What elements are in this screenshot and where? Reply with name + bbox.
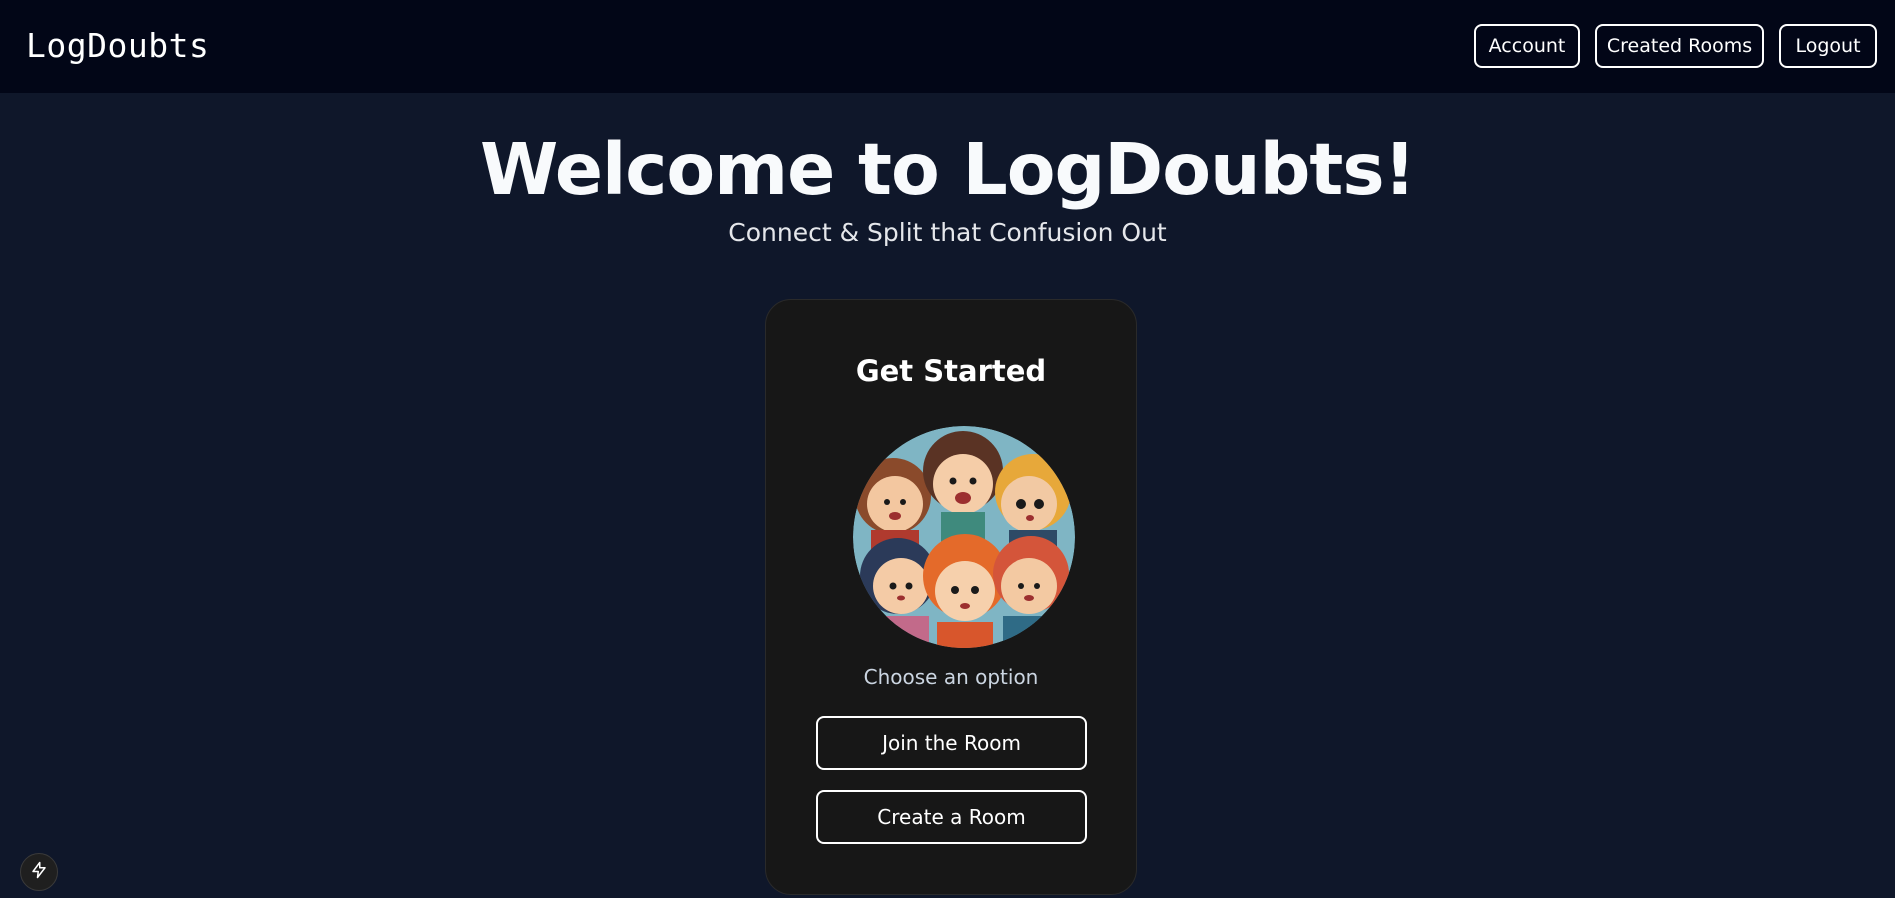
lightning-bolt-icon — [30, 861, 48, 883]
logout-button[interactable]: Logout — [1779, 24, 1877, 68]
group-of-friends-illustration — [853, 426, 1075, 648]
dev-indicator-button[interactable] — [20, 853, 58, 891]
page-subtitle: Connect & Split that Confusion Out — [728, 218, 1167, 247]
get-started-card: Get Started Choose an option Join the Ro… — [765, 299, 1137, 895]
account-button[interactable]: Account — [1474, 24, 1580, 68]
navbar: LogDoubts Account Created Rooms Logout — [0, 0, 1895, 93]
choose-option-text: Choose an option — [863, 665, 1039, 689]
created-rooms-button[interactable]: Created Rooms — [1595, 24, 1764, 68]
create-room-button[interactable]: Create a Room — [816, 790, 1087, 844]
page-title: Welcome to LogDoubts! — [480, 128, 1416, 211]
join-room-button[interactable]: Join the Room — [816, 716, 1087, 770]
card-title: Get Started — [855, 354, 1047, 388]
brand-logo[interactable]: LogDoubts — [26, 26, 209, 65]
